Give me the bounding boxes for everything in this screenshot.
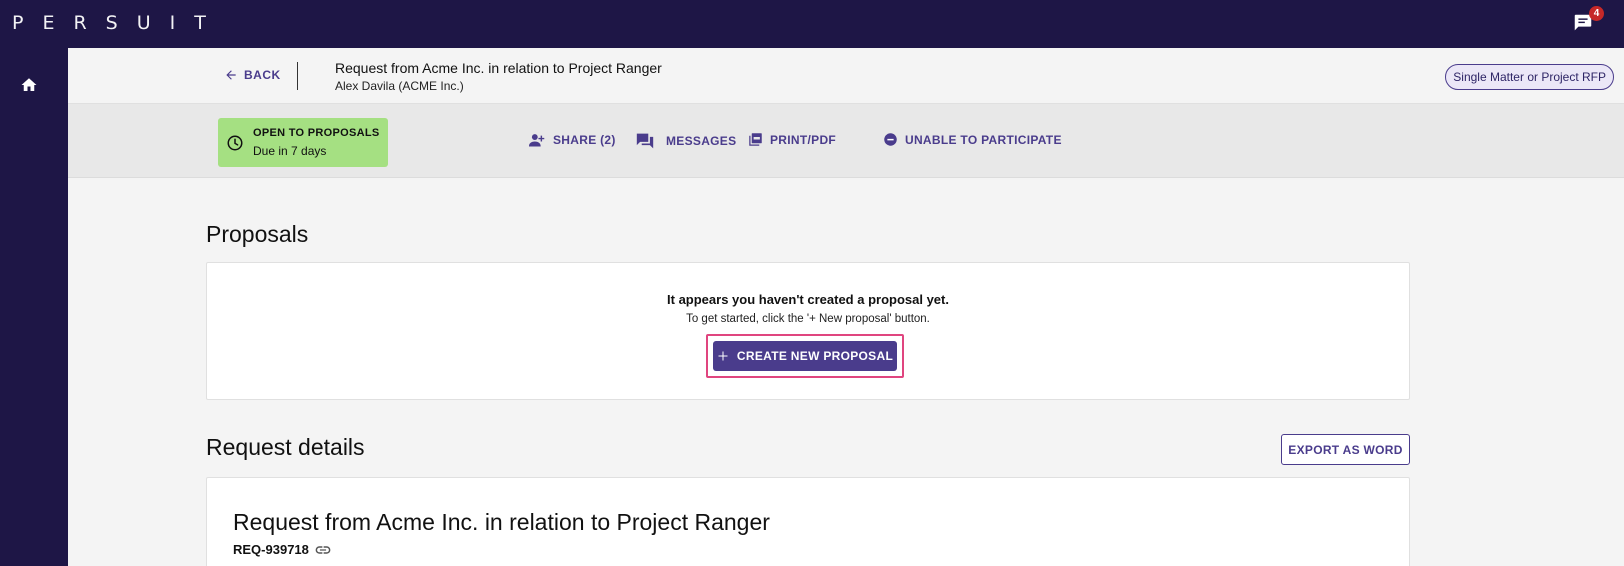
unable-label: UNABLE TO PARTICIPATE bbox=[905, 132, 1062, 147]
notifications-button[interactable]: 4 bbox=[1572, 6, 1604, 36]
arrow-left-icon bbox=[226, 70, 236, 80]
back-label: BACK bbox=[244, 68, 281, 82]
action-bar: OPEN TO PROPOSALS Due in 7 days SHARE (2… bbox=[68, 104, 1624, 178]
export-as-word-button[interactable]: EXPORT AS WORD bbox=[1281, 434, 1410, 465]
create-new-proposal-button[interactable]: CREATE NEW PROPOSAL bbox=[713, 341, 897, 371]
proposals-heading: Proposals bbox=[206, 221, 309, 247]
request-details-card: Request from Acme Inc. in relation to Pr… bbox=[206, 477, 1410, 566]
details-request-title: Request from Acme Inc. in relation to Pr… bbox=[233, 509, 770, 535]
request-id: REQ-939718 bbox=[233, 542, 331, 557]
person-add-icon bbox=[529, 134, 545, 147]
rfp-type-badge[interactable]: Single Matter or Project RFP bbox=[1445, 64, 1614, 90]
home-icon bbox=[21, 78, 37, 91]
home-button[interactable] bbox=[18, 74, 40, 96]
minus-circle-icon bbox=[884, 133, 897, 146]
share-label: SHARE (2) bbox=[553, 133, 616, 147]
plus-icon bbox=[718, 351, 728, 361]
forum-icon bbox=[636, 133, 654, 149]
status-badge: OPEN TO PROPOSALS Due in 7 days bbox=[218, 118, 388, 167]
share-button[interactable]: SHARE (2) bbox=[528, 132, 616, 148]
print-label: PRINT/PDF bbox=[770, 132, 837, 147]
unable-to-participate-button[interactable]: UNABLE TO PARTICIPATE bbox=[883, 132, 1062, 147]
clock-icon bbox=[227, 135, 243, 150]
messages-label: MESSAGES bbox=[666, 134, 737, 148]
top-bar: PERSUIT 4 bbox=[0, 0, 1624, 48]
request-id-value: REQ-939718 bbox=[233, 542, 309, 557]
request-header: BACK Request from Acme Inc. in relation … bbox=[68, 48, 1624, 104]
status-title: OPEN TO PROPOSALS bbox=[253, 127, 380, 139]
print-pdf-button[interactable]: PRINT/PDF bbox=[748, 132, 836, 147]
request-title: Request from Acme Inc. in relation to Pr… bbox=[335, 60, 662, 76]
pdf-icon bbox=[749, 133, 762, 146]
sidebar bbox=[0, 48, 68, 566]
notification-badge: 4 bbox=[1589, 6, 1604, 21]
proposals-card: It appears you haven't created a proposa… bbox=[206, 262, 1410, 400]
requester-name: Alex Davila (ACME Inc.) bbox=[335, 79, 464, 93]
empty-state-subtitle: To get started, click the '+ New proposa… bbox=[686, 313, 930, 325]
link-icon[interactable] bbox=[315, 545, 331, 555]
create-proposal-label: CREATE NEW PROPOSAL bbox=[736, 349, 894, 363]
create-proposal-highlight: CREATE NEW PROPOSAL bbox=[706, 334, 904, 378]
empty-state-title: It appears you haven't created a proposa… bbox=[667, 292, 949, 307]
status-due: Due in 7 days bbox=[253, 144, 327, 158]
messages-button[interactable]: MESSAGES bbox=[635, 132, 736, 150]
header-divider bbox=[297, 62, 298, 90]
back-button[interactable]: BACK bbox=[224, 68, 281, 82]
request-details-heading: Request details bbox=[206, 434, 365, 460]
persuit-logo[interactable]: PERSUIT bbox=[12, 12, 225, 34]
